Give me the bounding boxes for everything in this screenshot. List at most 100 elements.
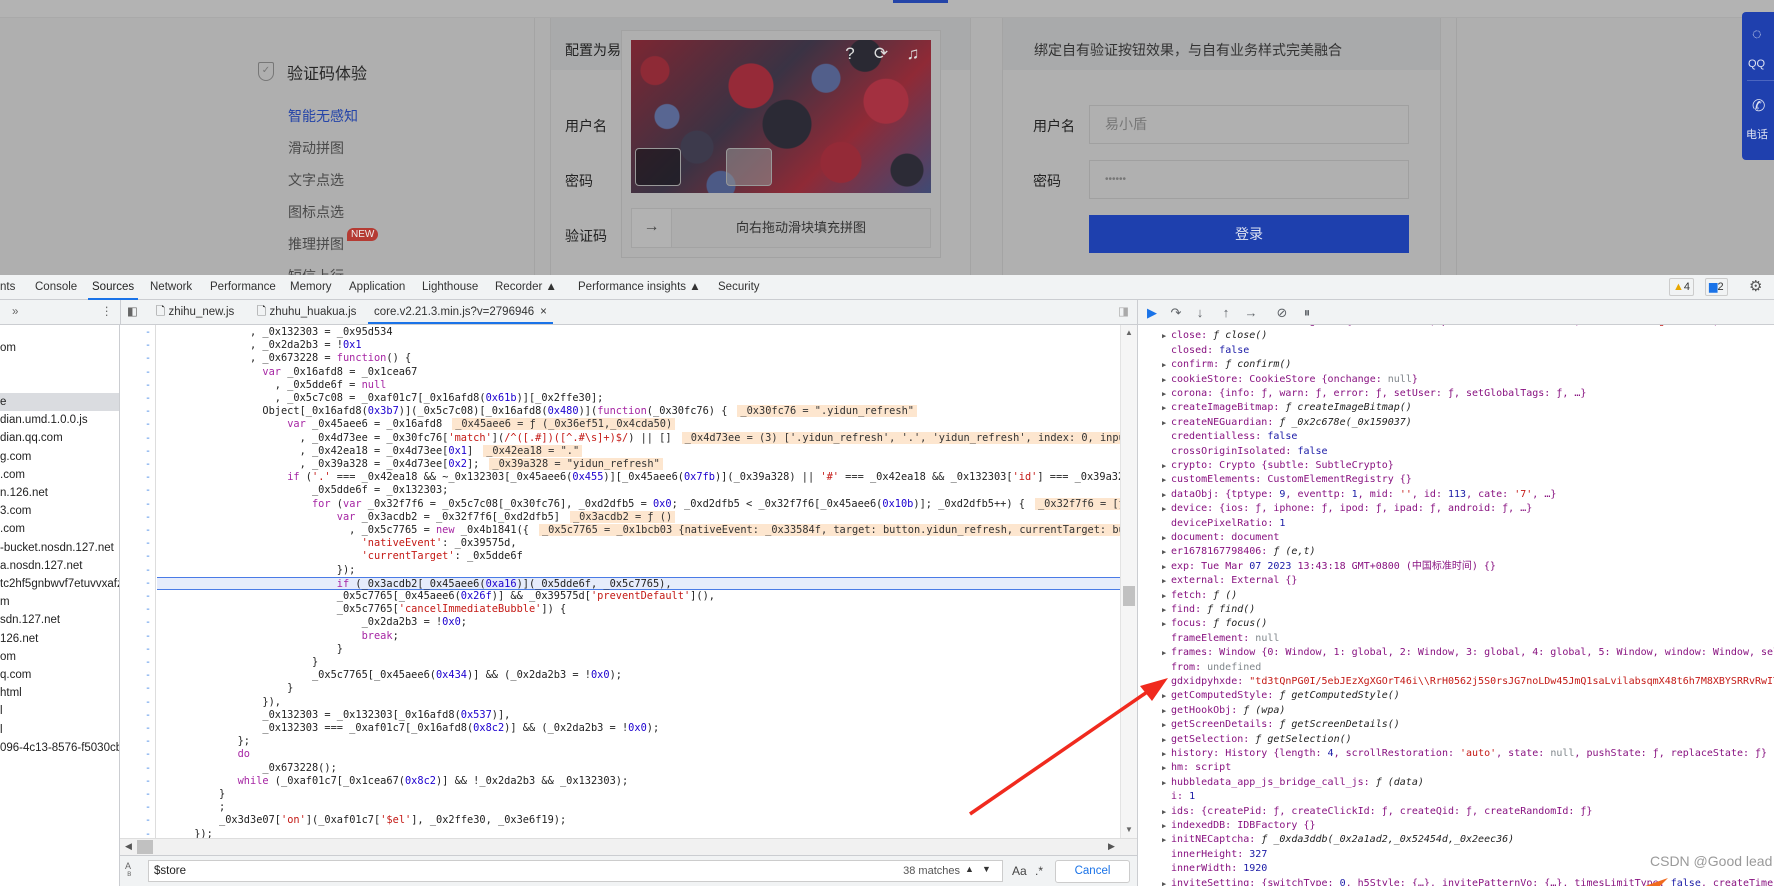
navigator-item[interactable]: m [0, 593, 119, 611]
tab-security[interactable]: Security [718, 275, 760, 300]
expand-triangle-icon[interactable]: ▶ [1162, 747, 1166, 761]
gutter-marker[interactable]: - [145, 577, 151, 590]
gutter-marker[interactable]: - [145, 458, 151, 471]
menu-item-icon-click[interactable]: 图标点选 [288, 202, 344, 222]
menu-item-smart[interactable]: 智能无感知 [288, 106, 358, 126]
match-case-button[interactable]: Aa [1012, 864, 1027, 878]
cancel-button[interactable]: Cancel [1055, 860, 1130, 883]
scope-row[interactable]: ▶ er1678167798406: ƒ (e,t) [1138, 545, 1774, 559]
arrow-right-icon[interactable]: → [632, 209, 672, 247]
navigator-item[interactable]: 126.net [0, 630, 119, 648]
gutter-marker[interactable]: - [145, 432, 151, 445]
expand-triangle-icon[interactable]: ▶ [1162, 646, 1166, 660]
gutter-marker[interactable]: - [145, 511, 151, 524]
navigator-item[interactable]: om [0, 339, 119, 357]
slider-track[interactable]: → 向右拖动滑块填充拼图 [631, 208, 931, 248]
puzzle-piece[interactable] [635, 148, 681, 186]
navigator-item[interactable]: n.126.net [0, 484, 119, 502]
tab-elements[interactable]: nts [0, 275, 15, 300]
scope-row[interactable]: ▶ device: {ios: ƒ, iphone: ƒ, ipod: ƒ, ip… [1138, 502, 1774, 516]
scope-row[interactable]: ▶ confirm: ƒ confirm() [1138, 358, 1774, 372]
navigator-item[interactable]: html [0, 684, 119, 702]
expand-triangle-icon[interactable]: ▶ [1162, 373, 1166, 387]
previous-match-icon[interactable]: ▲ [965, 864, 974, 874]
navigator-item[interactable]: e [0, 393, 119, 411]
gutter-marker[interactable]: - [145, 762, 151, 775]
gutter-marker[interactable]: - [145, 722, 151, 735]
gutter-marker[interactable]: - [145, 682, 151, 695]
gutter-marker[interactable]: - [145, 550, 151, 563]
help-icon[interactable]: ? [840, 44, 860, 64]
scope-row[interactable]: gdxidpyhxde: "td3tQnPG0I/5ebJEzXgXGOrT46… [1138, 675, 1774, 689]
expand-triangle-icon[interactable]: ▶ [1162, 502, 1166, 516]
warnings-badge[interactable]: ▲4 [1669, 278, 1695, 296]
scope-row[interactable]: ▶ createNEGuardian: ƒ _0x2c678e(_0x159037… [1138, 416, 1774, 430]
phone-label[interactable]: 电话 [1746, 126, 1768, 142]
scroll-left-icon[interactable]: ◀ [125, 841, 132, 852]
scope-row[interactable]: ▶ ids: {createPid: ƒ, createClickId: ƒ, c… [1138, 805, 1774, 819]
close-tab-icon[interactable]: × [540, 306, 547, 318]
step-out-icon[interactable]: ↑ [1216, 300, 1236, 325]
gutter-marker[interactable]: - [145, 366, 151, 379]
username-input[interactable]: 易小盾 [1089, 105, 1409, 144]
gutter-marker[interactable]: - [145, 352, 151, 365]
tab-sources[interactable]: Sources [88, 275, 139, 300]
gutter-marker[interactable]: - [145, 669, 151, 682]
scope-row[interactable]: ▶ getSelection: ƒ getSelection() [1138, 733, 1774, 747]
scope-row[interactable]: ▶ inviteSetting: {switchType: 0, h5Style:… [1138, 877, 1774, 886]
gutter-marker[interactable]: - [145, 748, 151, 761]
menu-item-reasoning[interactable]: 推理拼图 [288, 234, 344, 254]
replace-toggle-icon[interactable]: A ᴮ [125, 862, 131, 880]
expand-triangle-icon[interactable]: ▶ [1162, 819, 1166, 833]
expand-triangle-icon[interactable]: ▶ [1162, 617, 1166, 631]
gutter-marker[interactable]: - [145, 616, 151, 629]
code-editor[interactable]: - , _0x132303 = _0x95d534- , _0x2da2b3 =… [120, 325, 1137, 838]
file-tab-zhihu-new[interactable]: 🗋 zhihu_new.js [156, 300, 234, 324]
scope-row[interactable]: ▶ createImageBitmap: ƒ createImageBitmap(… [1138, 401, 1774, 415]
scope-row[interactable]: ▶ initNECaptcha: ƒ _0xda3ddb(_0x2a1ad2,_0… [1138, 833, 1774, 847]
horizontal-scrollbar[interactable]: ◀ ▶ [120, 838, 1137, 855]
menu-item-sms[interactable]: 短信上行 [288, 266, 344, 275]
expand-triangle-icon[interactable]: ▶ [1162, 531, 1166, 545]
tab-console[interactable]: Console [35, 275, 77, 300]
menu-item-slide[interactable]: 滑动拼图 [288, 138, 344, 158]
gutter-marker[interactable]: - [145, 775, 151, 788]
scope-row[interactable]: ▶ hubbledata_app_js_bridge_call_js: ƒ (da… [1138, 776, 1774, 790]
expand-triangle-icon[interactable]: ▶ [1162, 545, 1166, 559]
gutter-marker[interactable]: - [145, 656, 151, 669]
gutter-marker[interactable]: - [145, 498, 151, 511]
regex-button[interactable]: .* [1035, 864, 1043, 878]
deactivate-breakpoints-icon[interactable]: ⊘ [1272, 300, 1292, 325]
menu-item-text-click[interactable]: 文字点选 [288, 170, 344, 190]
expand-triangle-icon[interactable]: ▶ [1162, 704, 1166, 718]
password-input[interactable]: •••••• [1089, 160, 1409, 199]
gutter-marker[interactable]: - [145, 801, 151, 814]
navigator-item[interactable]: om [0, 648, 119, 666]
scope-row[interactable]: ▶ cookieStore: CookieStore {onchange: nul… [1138, 373, 1774, 387]
gutter-marker[interactable]: - [145, 392, 151, 405]
scrollbar-thumb[interactable] [1123, 586, 1135, 606]
scope-row[interactable]: ▶ close: ƒ close() [1138, 329, 1774, 343]
scope-row[interactable]: ▶ getScreenDetails: ƒ getScreenDetails() [1138, 718, 1774, 732]
scroll-down-icon[interactable]: ▼ [1125, 825, 1133, 834]
navigator-item[interactable]: dian.umd.1.0.0.js [0, 411, 119, 429]
scope-row[interactable]: ▶ customElements: CustomElementRegistry {… [1138, 473, 1774, 487]
tab-network[interactable]: Network [150, 275, 192, 300]
tab-application[interactable]: Application [349, 275, 405, 300]
gutter-marker[interactable]: - [145, 735, 151, 748]
scope-row[interactable]: ▶ dataObj: {tptype: 9, eventtp: 1, mid: '… [1138, 488, 1774, 502]
audio-icon[interactable]: ♫ [903, 44, 923, 64]
expand-triangle-icon[interactable]: ▶ [1162, 574, 1166, 588]
navigator-item[interactable]: -bucket.nosdn.127.net [0, 539, 119, 557]
scope-row[interactable]: credentialless: false [1138, 430, 1774, 444]
tab-recorder[interactable]: Recorder ▲ [495, 275, 557, 300]
tab-performance-insights[interactable]: Performance insights ▲ [578, 275, 701, 300]
scope-row[interactable]: ▶ document: document [1138, 531, 1774, 545]
scope-row[interactable]: ▶ frames: Window {0: Window, 1: global, 2… [1138, 646, 1774, 660]
expand-triangle-icon[interactable]: ▶ [1162, 761, 1166, 775]
scope-row[interactable]: from: undefined [1138, 661, 1774, 675]
expand-triangle-icon[interactable]: ▶ [1162, 358, 1166, 372]
gutter-marker[interactable]: - [145, 537, 151, 550]
scope-row[interactable]: ▶ indexedDB: IDBFactory {} [1138, 819, 1774, 833]
next-match-icon[interactable]: ▼ [982, 864, 991, 874]
